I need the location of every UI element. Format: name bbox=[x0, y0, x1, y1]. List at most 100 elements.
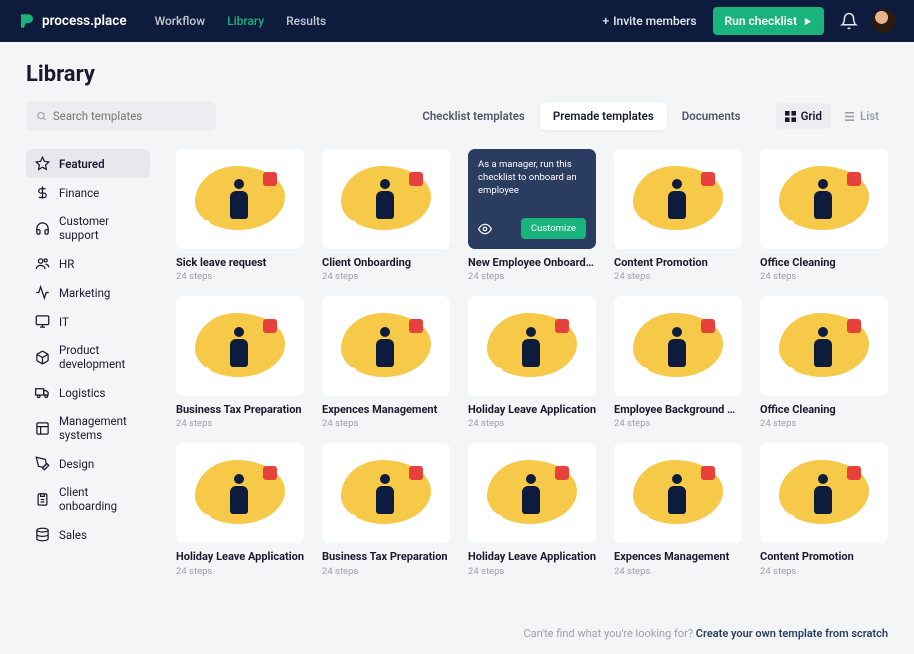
template-steps: 24 steps bbox=[176, 566, 304, 577]
run-checklist-button[interactable]: Run checklist bbox=[713, 7, 824, 35]
template-title: Client Onboarding bbox=[322, 256, 450, 269]
template-card-thumb[interactable] bbox=[468, 296, 596, 396]
template-title: Holiday Leave Application bbox=[468, 403, 596, 416]
nav-library[interactable]: Library bbox=[227, 14, 264, 28]
sidebar-item-it[interactable]: IT bbox=[26, 307, 150, 336]
template-card-thumb[interactable] bbox=[176, 296, 304, 396]
template-card: Employee Background Ch...24 steps bbox=[614, 296, 742, 429]
sidebar-item-label: Featured bbox=[59, 157, 105, 171]
template-card-thumb[interactable] bbox=[760, 443, 888, 543]
footer-note: Can'te find what you're looking for? Cre… bbox=[524, 627, 889, 640]
template-steps: 24 steps bbox=[176, 271, 304, 282]
search-icon bbox=[36, 110, 47, 122]
sidebar-item-label: Logistics bbox=[59, 386, 105, 400]
illustration bbox=[341, 456, 431, 530]
template-title: Office Cleaning bbox=[760, 256, 888, 269]
play-icon bbox=[803, 17, 812, 26]
plus-icon: + bbox=[602, 14, 609, 28]
sidebar-item-label: Sales bbox=[59, 528, 87, 542]
truck-icon bbox=[35, 385, 50, 400]
template-card-thumb[interactable] bbox=[322, 296, 450, 396]
segment-premade[interactable]: Premade templates bbox=[540, 102, 667, 130]
template-card: As a manager, run this checklist to onbo… bbox=[468, 149, 596, 282]
illustration bbox=[487, 456, 577, 530]
template-card-thumb[interactable] bbox=[614, 149, 742, 249]
template-type-segment: Checklist templates Premade templates Do… bbox=[409, 102, 753, 130]
customize-button[interactable]: Customize bbox=[521, 218, 586, 239]
invite-label: Invite members bbox=[613, 14, 696, 28]
template-card: Content Promotion24 steps bbox=[760, 443, 888, 576]
illustration bbox=[779, 162, 869, 236]
sidebar-item-marketing[interactable]: Marketing bbox=[26, 278, 150, 307]
search-input[interactable] bbox=[26, 101, 216, 131]
sidebar-item-client-onboarding[interactable]: Client onboarding bbox=[26, 478, 150, 520]
template-title: Expences Management bbox=[614, 550, 742, 563]
illustration bbox=[195, 309, 285, 383]
template-card: Office Cleaning 24 steps bbox=[760, 296, 888, 429]
clipboard-icon bbox=[35, 492, 50, 507]
sidebar-item-finance[interactable]: Finance bbox=[26, 178, 150, 207]
view-grid-label: Grid bbox=[801, 109, 822, 123]
template-steps: 24 steps bbox=[322, 418, 450, 429]
template-card-thumb[interactable] bbox=[760, 296, 888, 396]
database-icon bbox=[35, 527, 50, 542]
logo-icon bbox=[18, 12, 36, 30]
box-icon bbox=[35, 350, 50, 365]
invite-members[interactable]: + Invite members bbox=[602, 14, 696, 28]
template-card-thumb[interactable] bbox=[322, 149, 450, 249]
template-card-thumb[interactable] bbox=[176, 149, 304, 249]
segment-documents[interactable]: Documents bbox=[669, 102, 754, 130]
template-steps: 24 steps bbox=[468, 271, 596, 282]
nav-workflow[interactable]: Workflow bbox=[155, 14, 206, 28]
template-card-thumb[interactable] bbox=[614, 443, 742, 543]
sidebar-item-sales[interactable]: Sales bbox=[26, 520, 150, 549]
illustration bbox=[341, 162, 431, 236]
view-grid[interactable]: Grid bbox=[776, 103, 831, 129]
template-card-thumb[interactable] bbox=[322, 443, 450, 543]
template-card: Expences Management 24 steps bbox=[614, 443, 742, 576]
sidebar-item-label: Customer support bbox=[59, 214, 141, 242]
sidebar-item-label: HR bbox=[59, 257, 74, 271]
sidebar-item-product-development[interactable]: Product development bbox=[26, 336, 150, 378]
illustration bbox=[341, 309, 431, 383]
view-list[interactable]: List bbox=[835, 103, 888, 129]
bell-icon[interactable] bbox=[840, 12, 858, 30]
template-card: Business Tax Preparation24 steps bbox=[176, 296, 304, 429]
template-card-thumb[interactable]: As a manager, run this checklist to onbo… bbox=[468, 149, 596, 249]
sidebar-item-label: Product development bbox=[59, 343, 141, 371]
illustration bbox=[779, 456, 869, 530]
template-title: Office Cleaning bbox=[760, 403, 888, 416]
template-card-thumb[interactable] bbox=[468, 443, 596, 543]
sidebar-item-hr[interactable]: HR bbox=[26, 249, 150, 278]
template-title: Content Promotion bbox=[614, 256, 742, 269]
sidebar-item-management-systems[interactable]: Management systems bbox=[26, 407, 150, 449]
illustration bbox=[487, 309, 577, 383]
template-card-thumb[interactable] bbox=[760, 149, 888, 249]
eye-icon[interactable] bbox=[478, 222, 492, 236]
avatar[interactable] bbox=[872, 9, 896, 33]
sidebar-item-customer-support[interactable]: Customer support bbox=[26, 207, 150, 249]
template-steps: 24 steps bbox=[176, 418, 304, 429]
template-card-thumb[interactable] bbox=[176, 443, 304, 543]
template-card-thumb[interactable] bbox=[614, 296, 742, 396]
template-title: Content Promotion bbox=[760, 550, 888, 563]
sidebar-item-design[interactable]: Design bbox=[26, 449, 150, 478]
template-card: Holiday Leave Application24 steps bbox=[468, 296, 596, 429]
search-field[interactable] bbox=[53, 109, 206, 123]
brand[interactable]: process.place bbox=[18, 12, 127, 30]
dollar-icon bbox=[35, 185, 50, 200]
nav-results[interactable]: Results bbox=[286, 14, 326, 28]
template-title: Sick leave request bbox=[176, 256, 304, 269]
template-title: Holiday Leave Application bbox=[468, 550, 596, 563]
template-steps: 24 steps bbox=[760, 418, 888, 429]
template-title: Employee Background Ch... bbox=[614, 403, 742, 416]
template-steps: 24 steps bbox=[760, 271, 888, 282]
sidebar-item-featured[interactable]: Featured bbox=[26, 149, 150, 178]
segment-checklist[interactable]: Checklist templates bbox=[409, 102, 537, 130]
template-steps: 24 steps bbox=[614, 566, 742, 577]
create-template-link[interactable]: Create your own template from scratch bbox=[696, 627, 888, 640]
illustration bbox=[195, 456, 285, 530]
sidebar-item-logistics[interactable]: Logistics bbox=[26, 378, 150, 407]
monitor-icon bbox=[35, 314, 50, 329]
pen-icon bbox=[35, 456, 50, 471]
